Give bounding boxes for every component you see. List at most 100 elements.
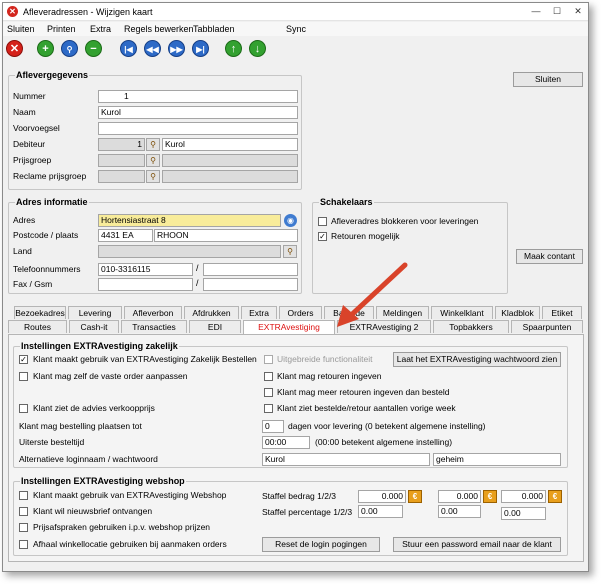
tab-kladblok[interactable]: Kladblok [495,306,540,319]
tab-cash-it[interactable]: Cash-it [69,320,119,333]
voorvoegsel-field[interactable] [98,122,298,135]
tab-bezoekadres[interactable]: Bezoekadres [14,306,66,319]
land-field[interactable] [98,245,281,258]
euro-icon[interactable]: € [408,490,422,503]
alternatieve-login-label: Alternatieve loginnaam / wachtwoord [19,454,158,464]
remove-icon[interactable]: − [85,40,102,57]
staffel-bedrag-2[interactable]: 0.000 [438,490,481,503]
staffel-bedrag-1[interactable]: 0.000 [358,490,406,503]
adres-field[interactable]: Hortensiastraat 8 [98,214,281,227]
window-title: Afleveradressen - Wijzigen kaart [23,7,153,17]
retouren-checkbox[interactable]: ✓ [318,232,327,241]
globe-icon[interactable]: ◉ [284,214,297,227]
zakelijk-bestellen-checkbox[interactable]: ✓ [19,355,28,364]
menu-tabbladen[interactable]: Tabbladen [193,24,235,34]
lookup-icon[interactable]: ⚲ [283,245,297,258]
close-button[interactable]: ✕ [569,5,587,18]
advies-prijs-label: Klant ziet de advies verkoopprijs [33,403,155,413]
loginnaam-field[interactable]: Kurol [262,453,430,466]
naam-field[interactable]: Kurol [98,106,298,119]
vaste-order-checkbox[interactable] [19,372,28,381]
maak-contant-button[interactable]: Maak contant [516,249,583,264]
tab-transacties[interactable]: Transacties [121,320,187,333]
webshop-label: Klant maakt gebruik van EXTRAvestiging W… [33,490,227,500]
sluiten-button[interactable]: Sluiten [513,72,583,87]
move-down-icon[interactable]: ↓ [249,40,266,57]
aantallen-vorige-week-checkbox[interactable] [264,404,273,413]
move-up-icon[interactable]: ↑ [225,40,242,57]
tab-extravestiging[interactable]: EXTRAvestiging [243,320,335,334]
prijsafspraken-checkbox[interactable] [19,523,28,532]
minimize-button[interactable]: — [527,5,545,18]
menu-extra[interactable]: Extra [90,24,111,34]
wachtwoord-zien-button[interactable]: Laat het EXTRAvestiging wachtwoord zien [393,352,561,367]
cancel-icon[interactable]: ✕ [6,40,23,57]
title-bar: ✕ Afleveradressen - Wijzigen kaart — ☐ ✕ [3,3,588,21]
stuur-password-button[interactable]: Stuur een password email naar de klant [393,537,561,552]
menu-sluiten[interactable]: Sluiten [7,24,35,34]
menu-sync[interactable]: Sync [286,24,306,34]
staffel-percentage-1[interactable]: 0.00 [358,505,403,518]
menu-regels-bewerken[interactable]: Regels bewerken [124,24,194,34]
tab-etiket[interactable]: Etiket [542,306,582,319]
staffel-percentage-2[interactable]: 0.00 [438,505,481,518]
tab-routes[interactable]: Routes [8,320,67,333]
uitgebreide-checkbox[interactable] [264,355,273,364]
maximize-button[interactable]: ☐ [548,5,566,18]
tab-spaarpunten[interactable]: Spaarpunten [511,320,583,333]
staffel-percentage-3[interactable]: 0.00 [501,507,546,520]
prijsgroep-field[interactable] [98,154,145,167]
advies-prijs-checkbox[interactable] [19,404,28,413]
telefoon-field[interactable]: 010-3316115 [98,263,193,276]
euro-icon[interactable]: € [548,490,562,503]
fax-field[interactable] [98,278,193,291]
tab-afdrukken[interactable]: Afdrukken [184,306,239,319]
afhaal-label: Afhaal winkellocatie gebruiken bij aanma… [33,539,227,549]
reclame-prijsgroep-field[interactable] [98,170,145,183]
reclame-prijsgroep-label: Reclame prijsgroep [13,171,87,181]
tab-winkelklant[interactable]: Winkelklant [431,306,493,319]
tab-topbakkers[interactable]: Topbakkers [433,320,509,333]
reset-login-button[interactable]: Reset de login pogingen [262,537,380,552]
app-logo-icon: ✕ [7,6,18,17]
last-record-icon[interactable]: ▶| [192,40,209,57]
plaats-field[interactable]: RHOON [154,229,298,242]
search-icon[interactable]: ⚲ [61,40,78,57]
webshop-checkbox[interactable] [19,491,28,500]
postcode-field[interactable]: 4431 EA [98,229,153,242]
nummer-label: Nummer [13,91,46,101]
tab-extra[interactable]: Extra [241,306,277,319]
debiteur-naam-field[interactable]: Kurol [162,138,298,151]
tab-edi[interactable]: EDI [189,320,241,333]
meer-retouren-label: Klant mag meer retouren ingeven dan best… [277,387,450,397]
staffel-bedrag-3[interactable]: 0.000 [501,490,546,503]
lookup-icon[interactable]: ⚲ [146,138,160,151]
euro-icon[interactable]: € [483,490,497,503]
previous-record-icon[interactable]: ◀◀ [144,40,161,57]
lookup-icon[interactable]: ⚲ [146,170,160,183]
besteltijd-field[interactable]: 00:00 [262,436,310,449]
main-window: ✕ Afleveradressen - Wijzigen kaart — ☐ ✕… [2,2,589,572]
telefoon-label: Telefoonnummers [13,264,81,274]
afhaal-checkbox[interactable] [19,540,28,549]
retouren-ingeven-checkbox[interactable] [264,372,273,381]
tab-orders[interactable]: Orders [279,306,322,319]
wachtwoord-field[interactable]: geheim [433,453,561,466]
meer-retouren-checkbox[interactable] [264,388,273,397]
tab-afleverbon[interactable]: Afleverbon [124,306,182,319]
menu-printen[interactable]: Printen [47,24,76,34]
add-icon[interactable]: + [37,40,54,57]
blokkeren-checkbox[interactable] [318,217,327,226]
blokkeren-label: Afleveradres blokkeren voor leveringen [331,216,479,226]
dagen-field[interactable]: 0 [262,420,284,433]
tab-levering[interactable]: Levering [68,306,122,319]
next-record-icon[interactable]: ▶▶ [168,40,185,57]
nieuwsbrief-checkbox[interactable] [19,507,28,516]
gsm-field[interactable] [203,278,298,291]
lookup-icon[interactable]: ⚲ [146,154,160,167]
nummer-field[interactable]: 1 [98,90,298,103]
telefoon2-field[interactable] [203,263,298,276]
first-record-icon[interactable]: |◀ [120,40,137,57]
postcode-plaats-label: Postcode / plaats [13,230,79,240]
debiteur-field[interactable]: 1 [98,138,145,151]
